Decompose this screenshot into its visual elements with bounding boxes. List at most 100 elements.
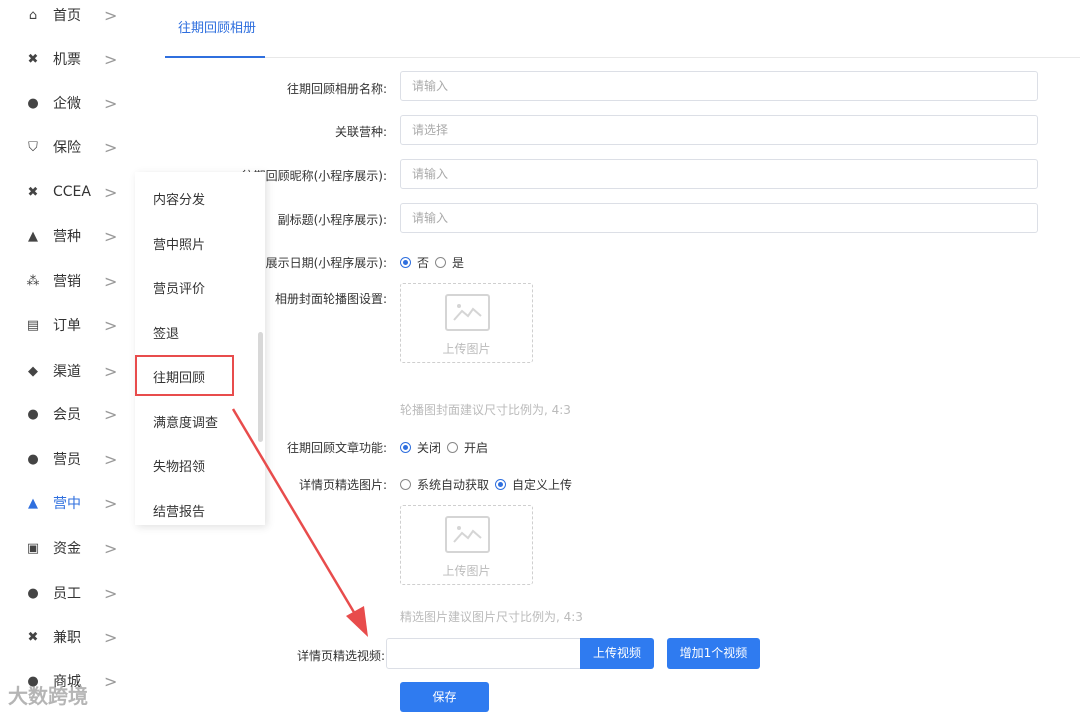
sidebar-item-label: 企微 [53, 96, 81, 112]
submenu-item[interactable]: 结营报告 [153, 501, 205, 520]
upload-video-button[interactable]: 上传视频 [580, 638, 654, 669]
featured-auto-radio[interactable] [400, 479, 411, 490]
sidebar-item-label: 机票 [53, 52, 81, 68]
chevron-right-icon: > [104, 538, 118, 558]
chevron-right-icon: > [104, 449, 118, 469]
submenu-item[interactable]: 签退 [153, 323, 179, 342]
submenu-item[interactable]: 营中照片 [153, 234, 205, 253]
sidebar-item[interactable]: ◆ 渠道 > [0, 356, 135, 386]
album-name-input[interactable]: 请输入 [400, 71, 1038, 101]
sidebar-item[interactable]: ▲ 营中 > [0, 488, 135, 518]
sidebar: ⌂ 首页 > ✖ 机票 > ● 企微 > ⛉ 保险 > ✖ CCEA > ▲ 营种 > ⁂ 营销 > ▤ 订单 > ◆ 渠道 > ● 会… [0, 0, 135, 717]
chevron-right-icon: > [104, 137, 118, 157]
graduation-icon: ▲ [28, 228, 38, 244]
show-date-yes-text: 是 [452, 256, 465, 270]
camp-type-select[interactable]: 请选择 [400, 115, 1038, 145]
show-date-yes-radio[interactable] [435, 257, 447, 268]
chevron-right-icon: > [104, 93, 118, 113]
article-off-radio[interactable] [400, 442, 411, 453]
chevron-right-icon: > [104, 226, 118, 246]
cover-upload[interactable]: 上传图片 [400, 283, 533, 363]
tent-icon: ▲ [28, 495, 38, 511]
sidebar-item-label: 兼职 [53, 630, 81, 646]
handshake-icon: ◆ [28, 363, 38, 379]
show-date-no-text: 否 [417, 256, 430, 270]
fund-icon: ▣ [26, 540, 40, 556]
camper-icon: ● [27, 451, 39, 467]
tools-icon: ✖ [27, 629, 39, 645]
image-icon [445, 516, 490, 553]
featured-custom-radio[interactable] [495, 479, 507, 490]
video-label: 详情页精选视频: [296, 649, 385, 663]
sidebar-item[interactable]: ▲ 营种 > [0, 221, 135, 251]
submenu-panel: 内容分发 营中照片 营员评价 签退 往期回顾 满意度调查 失物招领 结营报告 [135, 172, 265, 525]
sidebar-item[interactable]: ⛉ 保险 > [0, 132, 135, 162]
chevron-right-icon: > [104, 627, 118, 647]
show-date-no-radio[interactable] [400, 257, 411, 268]
cover-upload-text: 上传图片 [442, 342, 491, 356]
video-input[interactable] [386, 638, 581, 669]
featured-image-upload[interactable]: 上传图片 [400, 505, 533, 585]
add-video-button[interactable]: 增加1个视频 [667, 638, 760, 669]
tab-divider [165, 57, 1080, 58]
sidebar-item-label: 会员 [53, 407, 81, 423]
sidebar-item[interactable]: ● 企微 > [0, 88, 135, 118]
sidebar-item-label: 首页 [53, 8, 81, 24]
sidebar-item[interactable]: ● 会员 > [0, 399, 135, 429]
chat-icon: ● [27, 95, 39, 111]
sidebar-item[interactable]: ✖ 兼职 > [0, 622, 135, 652]
submenu-scrollbar[interactable] [258, 332, 263, 442]
tools-icon: ✖ [27, 51, 39, 67]
article-on-text: 开启 [464, 441, 489, 455]
submenu-item[interactable]: 失物招领 [153, 456, 205, 475]
sidebar-item[interactable]: ▣ 资金 > [0, 533, 135, 563]
submenu-item[interactable]: 营员评价 [153, 278, 205, 297]
chevron-right-icon: > [104, 404, 118, 424]
featured-auto-text: 系统自动获取 [417, 478, 490, 492]
home-icon: ⌂ [28, 7, 38, 23]
save-button[interactable]: 保存 [400, 682, 489, 712]
chevron-right-icon: > [104, 49, 118, 69]
sidebar-item-label: 营员 [53, 452, 81, 468]
submenu-item[interactable]: 内容分发 [153, 189, 205, 208]
sidebar-item-label: 渠道 [53, 364, 81, 380]
tab-album[interactable]: 往期回顾相册 [178, 17, 256, 36]
nickname-input[interactable]: 请输入 [400, 159, 1038, 189]
cover-hint: 轮播图封面建议尺寸比例为, 4:3 [400, 403, 571, 417]
sidebar-item[interactable]: ▤ 订单 > [0, 310, 135, 340]
featured-image-radio-group: 系统自动获取 自定义上传 [400, 476, 578, 493]
featured-custom-text: 自定义上传 [512, 478, 573, 492]
clipboard-icon: ▤ [26, 317, 40, 333]
chevron-right-icon: > [104, 5, 118, 25]
sidebar-item[interactable]: ✖ 机票 > [0, 44, 135, 74]
org-chart-icon: ⁂ [26, 273, 40, 289]
annotation-highlight [135, 355, 234, 396]
sidebar-item[interactable]: ● 营员 > [0, 444, 135, 474]
sidebar-item-label: 资金 [53, 541, 81, 557]
article-radio-group: 关闭 开启 [400, 439, 494, 456]
tab-active-indicator [165, 56, 265, 58]
article-on-radio[interactable] [447, 442, 459, 453]
album-name-label: 往期回顾相册名称: [286, 82, 387, 96]
sidebar-item[interactable]: ⌂ 首页 > [0, 0, 135, 30]
sidebar-item[interactable]: ● 员工 > [0, 578, 135, 608]
camp-type-label: 关联营种: [334, 125, 387, 139]
subtitle-input[interactable]: 请输入 [400, 203, 1038, 233]
sidebar-item[interactable]: ⁂ 营销 > [0, 266, 135, 296]
sidebar-item-label: 营销 [53, 274, 81, 290]
image-icon [445, 294, 490, 331]
submenu-item[interactable]: 满意度调查 [153, 412, 218, 431]
staff-icon: ● [27, 585, 39, 601]
sidebar-item[interactable]: ✖ CCEA > [0, 177, 135, 207]
member-icon: ● [27, 406, 39, 422]
chevron-right-icon: > [104, 493, 118, 513]
chevron-right-icon: > [104, 182, 118, 202]
article-off-text: 关闭 [417, 441, 442, 455]
featured-hint: 精选图片建议图片尺寸比例为, 4:3 [400, 610, 583, 624]
sidebar-item-label: CCEA [53, 184, 91, 200]
sidebar-item-label: 营中 [53, 496, 81, 512]
chevron-right-icon: > [104, 315, 118, 335]
chevron-right-icon: > [104, 361, 118, 381]
shield-icon: ⛉ [28, 139, 38, 155]
sidebar-item-label: 订单 [53, 318, 81, 334]
